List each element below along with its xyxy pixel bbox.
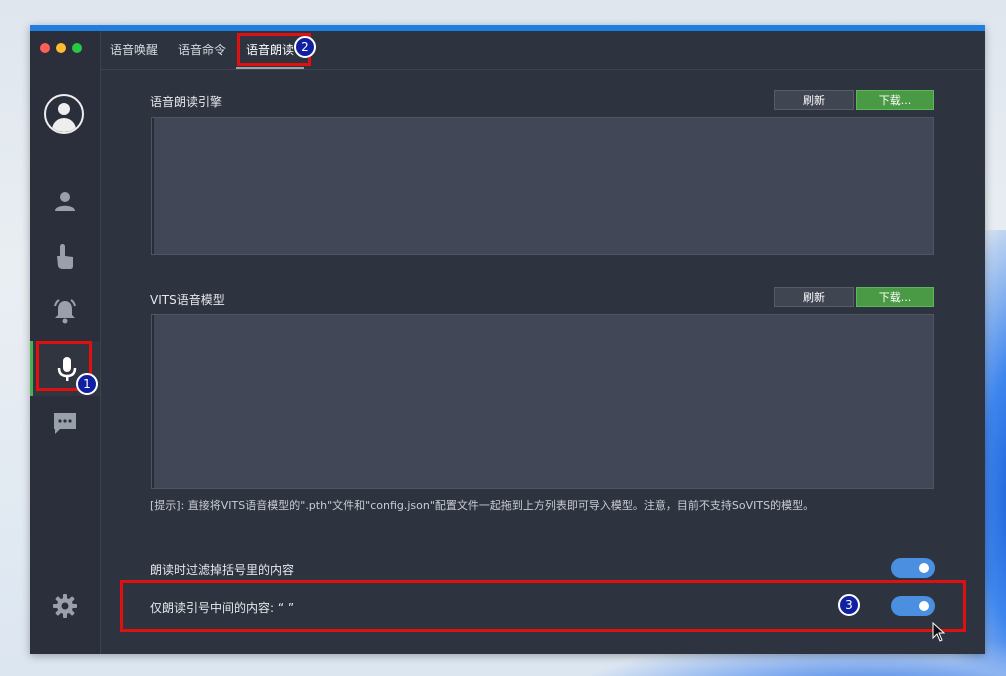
bell-icon [54,299,76,324]
app-window: 1 语音唤醒 语音命令 语音朗读 2 语音朗读引擎 刷新 下载... VITS语… [30,25,985,654]
vits-refresh-button[interactable]: 刷新 [774,287,854,307]
minimize-window-button[interactable] [56,43,66,53]
tab-voice-wakeup[interactable]: 语音唤醒 [100,31,168,69]
tts-refresh-button[interactable]: 刷新 [774,90,854,110]
sidebar-item-chat[interactable] [30,403,100,443]
gear-icon [53,594,77,618]
vits-model-title: VITS语音模型 [150,293,225,307]
tab-bar: 语音唤醒 语音命令 语音朗读 2 [100,31,985,70]
tab-voice-command[interactable]: 语音命令 [168,31,236,69]
touch-icon [57,244,73,269]
sidebar-item-touch[interactable] [30,236,100,276]
sidebar-item-alarm[interactable] [30,291,100,331]
filter-brackets-label: 朗读时过滤掉括号里的内容 [150,563,295,577]
vits-download-button[interactable]: 下载... [856,287,934,307]
vits-import-hint: [提示]: 直接将VITS语音模型的".pth"文件和"config.json"… [150,499,815,512]
sidebar-item-settings[interactable] [30,586,100,626]
chat-icon [54,413,76,434]
close-window-button[interactable] [40,43,50,53]
filter-brackets-toggle[interactable] [891,558,935,578]
window-controls [40,43,82,53]
sidebar-item-user[interactable] [30,181,100,221]
vits-model-list[interactable] [151,314,934,489]
tts-download-button[interactable]: 下载... [856,90,934,110]
maximize-window-button[interactable] [72,43,82,53]
tts-engine-title: 语音朗读引擎 [150,95,223,109]
step-badge-1: 1 [76,373,98,395]
user-icon [55,192,75,211]
step-badge-2: 2 [294,36,316,58]
avatar[interactable] [44,94,84,134]
mouse-cursor-icon [932,622,946,642]
highlight-quotes-setting [120,580,966,632]
sidebar: 1 [30,31,101,654]
tts-engine-list[interactable] [151,117,934,255]
